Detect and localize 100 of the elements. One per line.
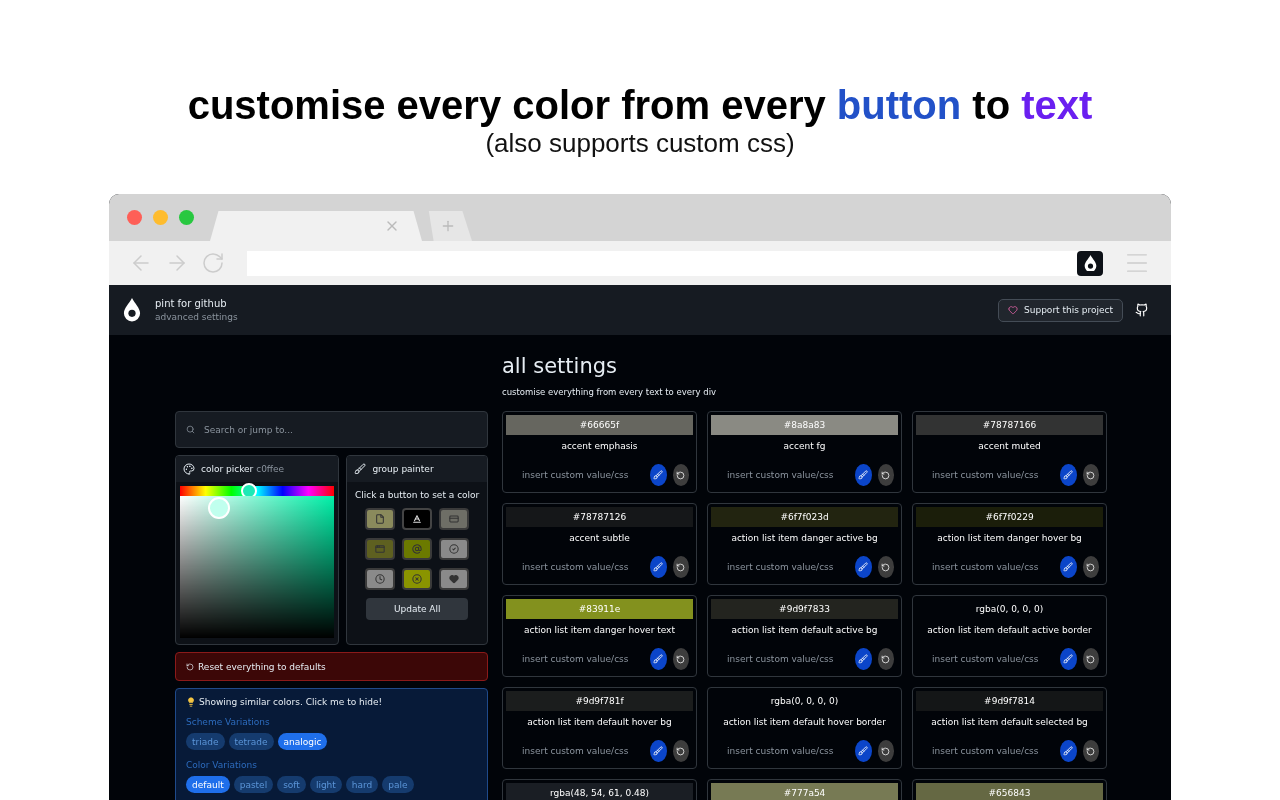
scheme-chip[interactable]: tetrade <box>228 733 274 750</box>
setting-name: accent fg <box>782 441 827 451</box>
paint-button[interactable] <box>650 648 667 670</box>
window-icon <box>375 544 386 554</box>
group-color-button[interactable] <box>365 568 396 590</box>
paint-button[interactable] <box>1060 556 1077 578</box>
reset-button[interactable] <box>1082 648 1099 670</box>
variation-chip[interactable]: default <box>186 776 230 793</box>
brush-icon <box>653 470 664 480</box>
search-input[interactable]: Search or jump to... <box>202 423 477 436</box>
color-swatch[interactable]: #656843 <box>916 783 1103 800</box>
setting-name: action list item danger hover bg <box>936 533 1083 543</box>
brush-icon <box>858 470 869 480</box>
custom-value-field[interactable]: insert custom value/css <box>725 469 849 481</box>
reset-icon <box>881 654 891 664</box>
color-swatch[interactable]: #777a54 <box>711 783 898 800</box>
custom-value-field[interactable]: insert custom value/css <box>725 561 849 573</box>
setting-name: action list item default hover bg <box>526 717 673 727</box>
custom-value-field[interactable]: insert custom value/css <box>725 653 849 665</box>
color-swatch[interactable]: #6f7f0229 <box>916 507 1103 527</box>
custom-value-field[interactable]: insert custom value/css <box>520 561 644 573</box>
custom-value-field[interactable]: insert custom value/css <box>930 561 1054 573</box>
color-swatch[interactable]: #6f7f023d <box>711 507 898 527</box>
reset-button[interactable] <box>877 464 894 486</box>
paint-button[interactable] <box>1060 740 1077 762</box>
support-button[interactable]: Support this project <box>998 298 1123 322</box>
variation-chip[interactable]: hard <box>345 776 379 793</box>
panel-title: group painter <box>372 464 434 474</box>
color-swatch[interactable]: #9d9f7814 <box>916 691 1103 711</box>
shade-area[interactable] <box>180 496 335 638</box>
custom-value-field[interactable]: insert custom value/css <box>930 469 1054 481</box>
color-swatch[interactable]: #9d9f781f <box>506 691 693 711</box>
scheme-chip[interactable]: triade <box>186 733 225 750</box>
color-swatch[interactable]: #9d9f7833 <box>711 599 898 619</box>
reset-button[interactable] <box>1082 740 1099 762</box>
variation-chip[interactable]: pastel <box>233 776 274 793</box>
shade-thumb[interactable] <box>207 497 230 519</box>
card-icon <box>449 514 460 524</box>
variation-chip[interactable]: light <box>309 776 342 793</box>
group-color-button[interactable] <box>365 508 396 530</box>
color-swatch[interactable]: #66665f <box>506 415 693 435</box>
group-color-button[interactable] <box>439 508 470 530</box>
search-field[interactable]: Search or jump to... <box>175 411 488 448</box>
reset-button[interactable] <box>672 740 689 762</box>
custom-value-field[interactable]: insert custom value/css <box>520 745 644 757</box>
custom-value-field[interactable]: insert custom value/css <box>520 469 644 481</box>
address-bar[interactable] <box>247 250 1103 276</box>
similar-colors-panel[interactable]: Showing similar colors. Click me to hide! Scheme Variations triade tetrade analogic Color Variations default pastel soft light hard pale <box>175 688 488 800</box>
palette-icon <box>183 463 195 475</box>
paint-button[interactable] <box>650 556 667 578</box>
paint-button[interactable] <box>855 648 872 670</box>
group-color-button[interactable] <box>439 538 470 560</box>
group-color-button[interactable] <box>365 538 396 560</box>
update-all-button[interactable]: Update All <box>366 598 469 620</box>
reset-button[interactable] <box>877 648 894 670</box>
setting-name: accent muted <box>977 441 1042 451</box>
page-title: all settings <box>502 353 618 379</box>
paint-button[interactable] <box>1060 648 1077 670</box>
brush-icon <box>653 562 664 572</box>
github-icon[interactable] <box>1135 303 1149 317</box>
custom-value-field[interactable]: insert custom value/css <box>930 653 1054 665</box>
paint-button[interactable] <box>855 740 872 762</box>
search-icon <box>186 425 195 434</box>
paint-button[interactable] <box>650 464 667 486</box>
reset-button[interactable] <box>1082 556 1099 578</box>
reset-button[interactable] <box>672 464 689 486</box>
group-color-button[interactable] <box>402 538 433 560</box>
reset-button[interactable] <box>672 556 689 578</box>
color-swatch[interactable]: #78787126 <box>506 507 693 527</box>
extension-button[interactable] <box>1077 250 1103 276</box>
setting-name: action list item default active bg <box>730 625 879 635</box>
reset-button[interactable] <box>672 648 689 670</box>
variation-chip[interactable]: soft <box>277 776 306 793</box>
brush-icon <box>858 654 869 664</box>
custom-value-field[interactable]: insert custom value/css <box>520 653 644 665</box>
reset-icon <box>676 470 686 480</box>
scheme-chip[interactable]: analogic <box>277 733 328 750</box>
color-swatch[interactable]: #78787166 <box>916 415 1103 435</box>
lightbulb-icon <box>186 697 196 707</box>
paint-button[interactable] <box>650 740 667 762</box>
reset-button[interactable] <box>1082 464 1099 486</box>
paint-button[interactable] <box>855 464 872 486</box>
paint-button[interactable] <box>1060 464 1077 486</box>
paint-button[interactable] <box>855 556 872 578</box>
brush-icon <box>858 746 869 756</box>
headline: customise every color from every button to text <box>187 82 1093 128</box>
reset-button[interactable]: Reset everything to defaults <box>175 652 488 681</box>
group-color-button[interactable] <box>402 568 433 590</box>
panel-title: color picker c0ffee <box>201 464 285 474</box>
setting-name: action list item default hover border <box>722 717 887 727</box>
reset-button[interactable] <box>877 556 894 578</box>
setting-name: action list item default active border <box>926 625 1093 635</box>
variation-chip[interactable]: pale <box>382 776 414 793</box>
reset-button[interactable] <box>877 740 894 762</box>
group-color-button[interactable] <box>439 568 470 590</box>
color-swatch[interactable]: rgba(48, 54, 61, 0.48) <box>506 783 693 800</box>
custom-value-field[interactable]: insert custom value/css <box>930 745 1054 757</box>
custom-value-field[interactable]: insert custom value/css <box>725 745 849 757</box>
group-color-button[interactable] <box>402 508 433 530</box>
app-subtitle: advanced settings <box>155 312 239 322</box>
